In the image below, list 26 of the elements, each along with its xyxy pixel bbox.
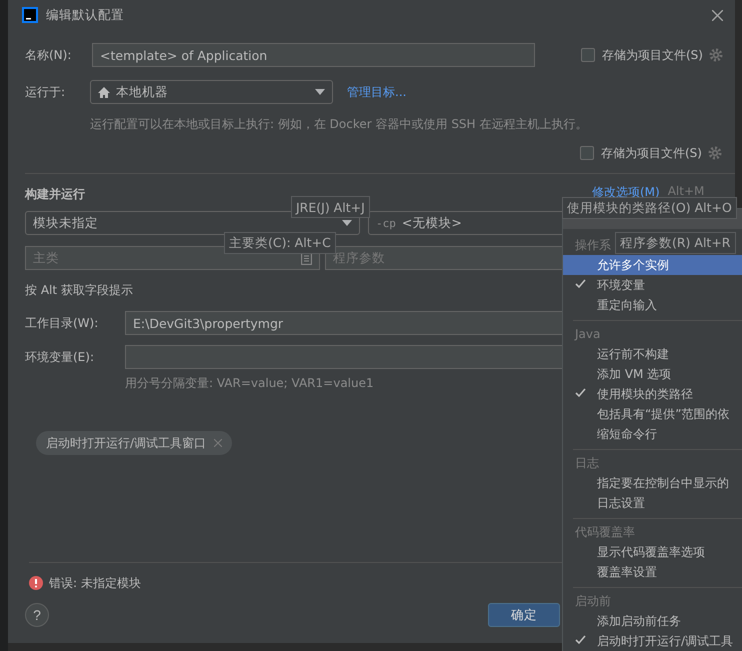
group-title: Java xyxy=(575,327,600,341)
error-message: 错误: 未指定模块 xyxy=(49,574,141,592)
field-label: 工作目录(W): xyxy=(25,314,100,332)
alt-hint: 按 Alt 获取字段提示 xyxy=(25,282,133,298)
section-title: 构建并运行 xyxy=(25,186,85,202)
field-label: 运行于: xyxy=(25,84,66,100)
group-title: 代码覆盖率 xyxy=(575,524,635,540)
shortcut-tooltip: 主要类(C): Alt+C xyxy=(224,232,336,254)
shortcut-tooltip: JRE(J) Alt+J xyxy=(291,196,370,218)
checkbox-label: 存储为项目文件(S) xyxy=(602,46,703,64)
field-label: 环境变量(E): xyxy=(25,348,95,366)
group-title: 日志 xyxy=(575,454,599,472)
field-label: 名称(N): xyxy=(25,46,72,64)
shortcut-tooltip: 使用模块的类路径(O) Alt+O xyxy=(562,197,737,219)
dropdown-value: <无模块> xyxy=(402,214,462,232)
shortcut-text: Alt+M xyxy=(668,184,704,200)
checkbox-label: 存储为项目文件(S) xyxy=(601,144,702,162)
run-on-hint: 运行配置可以在本地或目标上执行: 例如，在 Docker 容器中或使用 SSH 在远程主机上执行。 xyxy=(90,116,588,132)
cp-prefix: -cp xyxy=(376,216,396,230)
env-hint: 用分号分隔变量: VAR=value; VAR1=value1 xyxy=(125,374,374,392)
shortcut-tooltip: 程序参数(R) Alt+R xyxy=(615,232,736,254)
group-title: 启动前 xyxy=(575,592,611,610)
dropdown-value: 本地机器 xyxy=(116,84,168,100)
dropdown-value: 模块未指定 xyxy=(33,214,98,232)
window-title: 编辑默认配置 xyxy=(46,6,125,24)
group-title: 操作系 xyxy=(575,236,611,254)
